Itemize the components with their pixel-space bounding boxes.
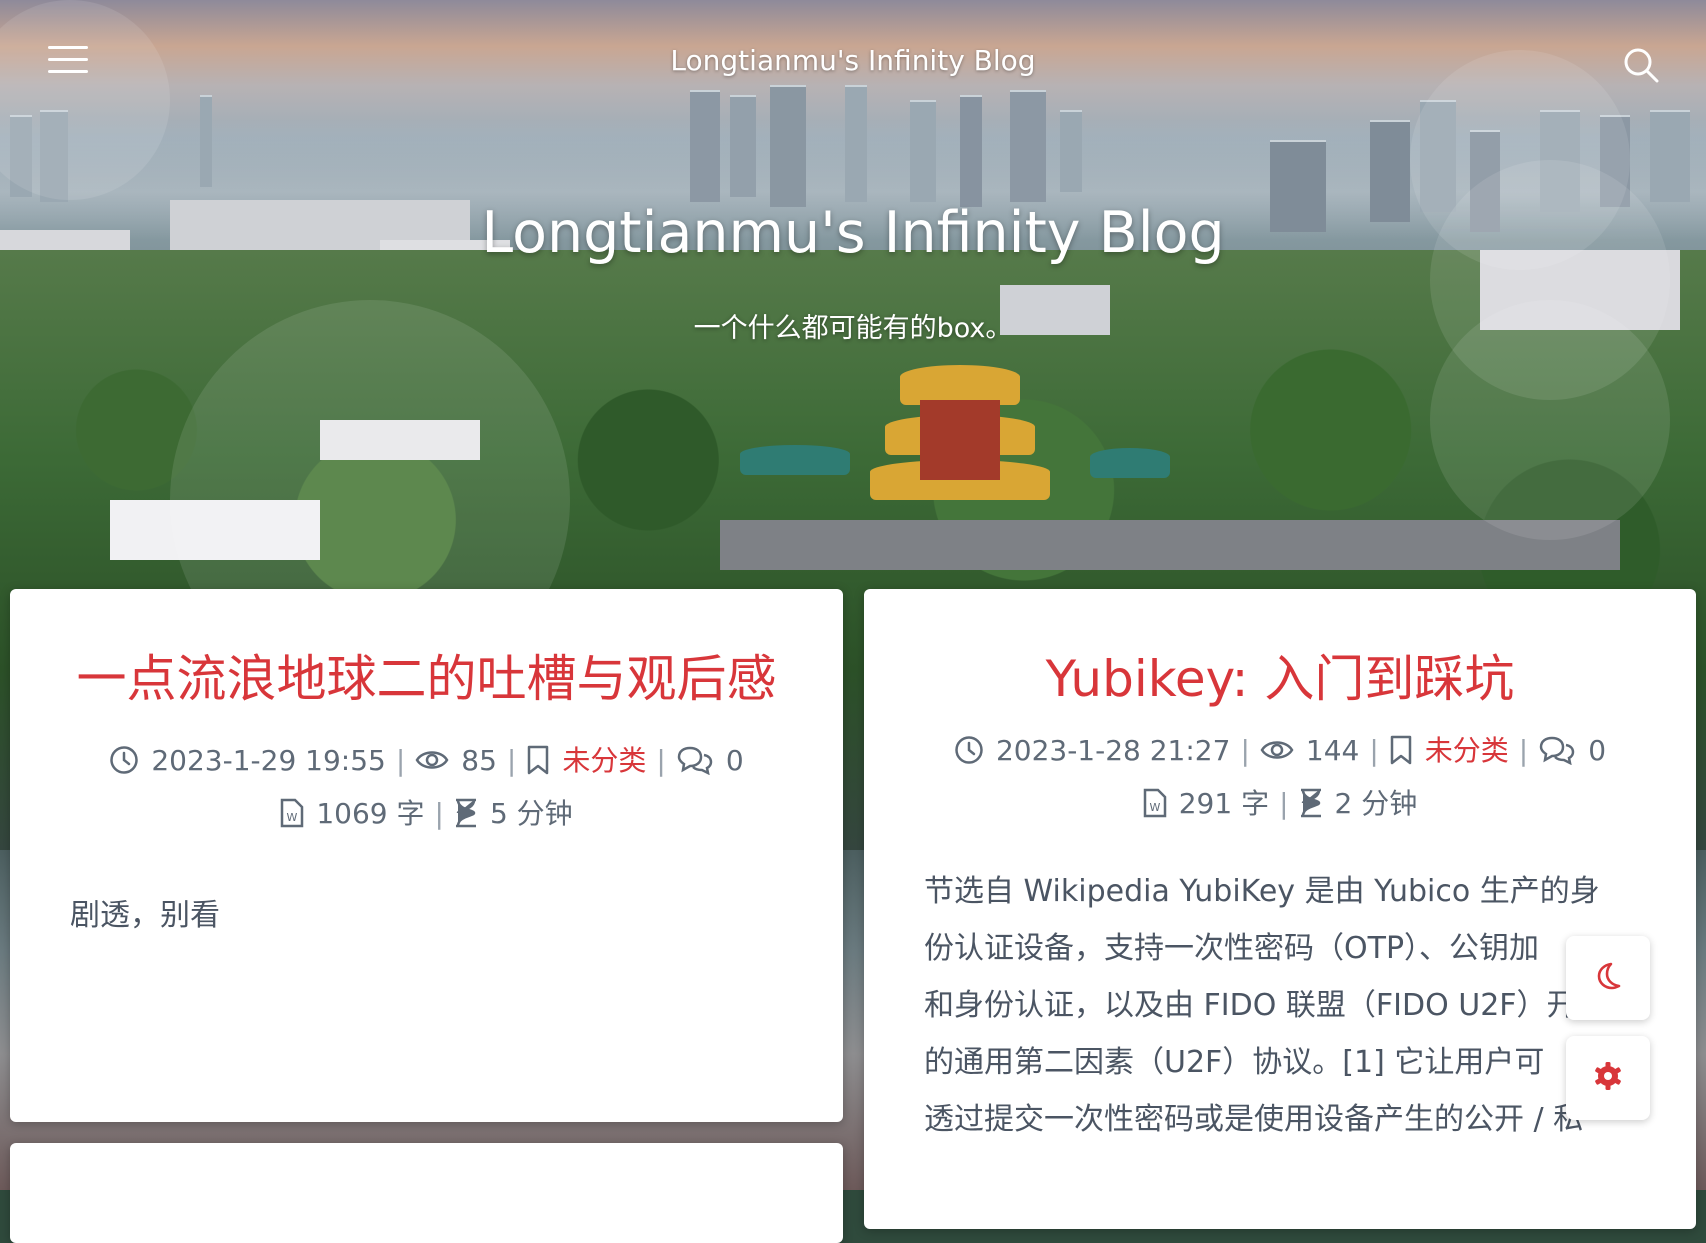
post-word-count: 1069 字 <box>316 797 425 830</box>
clock-icon <box>954 732 984 780</box>
top-navigation-bar: Longtianmu's Infinity Blog <box>0 0 1706 130</box>
post-title[interactable]: Yubikey: 入门到踩坑 <box>924 641 1636 717</box>
gear-icon <box>1593 1061 1623 1095</box>
post-category-link[interactable]: 未分类 <box>562 744 646 777</box>
excerpt-line: 节选自 Wikipedia YubiKey 是由 Yubico 生产的身 <box>924 874 1600 909</box>
post-comments-count: 0 <box>725 744 744 777</box>
post-views: 85 <box>461 744 497 777</box>
post-excerpt: 剧透，别看 <box>70 898 220 933</box>
post-read-time: 5 分钟 <box>489 797 573 830</box>
search-icon[interactable] <box>1622 46 1662 86</box>
bookmark-icon <box>526 742 550 790</box>
post-views: 144 <box>1305 734 1360 767</box>
post-read-time: 2 分钟 <box>1334 787 1418 820</box>
post-date: 2023-1-29 19:55 <box>151 744 386 777</box>
post-meta: 2023-1-28 21:27 | 144 | 未分类 | 0 W 291 字 | 2 … <box>864 727 1696 833</box>
dark-mode-toggle-button[interactable] <box>1566 936 1650 1020</box>
post-card: 一点流浪地球二的吐槽与观后感 2023-1-29 19:55 | 85 | 未分类 |… <box>10 589 843 1122</box>
post-comments-count: 0 <box>1588 734 1607 767</box>
bookmark-icon <box>1389 732 1413 780</box>
hero-subtitle: 一个什么都可能有的box。 <box>693 313 1013 344</box>
site-name-link[interactable]: Longtianmu's Infinity Blog <box>0 44 1706 77</box>
settings-button[interactable] <box>1566 1036 1650 1120</box>
post-card: Yubikey: 入门到踩坑 2023-1-28 21:27 | 144 | 未分类… <box>864 589 1696 1229</box>
hourglass-icon <box>1299 785 1323 833</box>
hero-title: Longtianmu's Infinity Blog <box>481 200 1225 266</box>
excerpt-line: 透过提交一次性密码或是使用设备产生的公开 / 私 <box>924 1102 1584 1137</box>
comment-icon <box>676 742 714 790</box>
moon-icon <box>1595 962 1621 994</box>
word-file-icon: W <box>280 795 304 843</box>
eye-icon <box>415 742 449 790</box>
post-category-link[interactable]: 未分类 <box>1425 734 1509 767</box>
clock-icon <box>109 742 139 790</box>
post-meta: 2023-1-29 19:55 | 85 | 未分类 | 0 W 1069 字 | 5 … <box>10 737 843 843</box>
svg-text:W: W <box>287 811 298 824</box>
excerpt-line: 份认证设备，支持一次性密码（OTP）、公钥加 <box>924 931 1540 966</box>
excerpt-line: 和身份认证，以及由 FIDO 联盟（FIDO U2F）开发 <box>924 988 1607 1023</box>
post-word-count: 291 字 <box>1178 787 1270 820</box>
post-title[interactable]: 一点流浪地球二的吐槽与观后感 <box>70 641 783 717</box>
hourglass-icon <box>454 795 478 843</box>
post-date: 2023-1-28 21:27 <box>995 734 1231 767</box>
excerpt-line: 的通用第二因素（U2F）协议。[1] 它让用户可 <box>924 1045 1545 1080</box>
eye-icon <box>1260 732 1294 780</box>
svg-text:W: W <box>1149 801 1160 814</box>
post-card <box>10 1143 843 1243</box>
word-file-icon: W <box>1143 785 1167 833</box>
comment-icon <box>1538 732 1576 780</box>
